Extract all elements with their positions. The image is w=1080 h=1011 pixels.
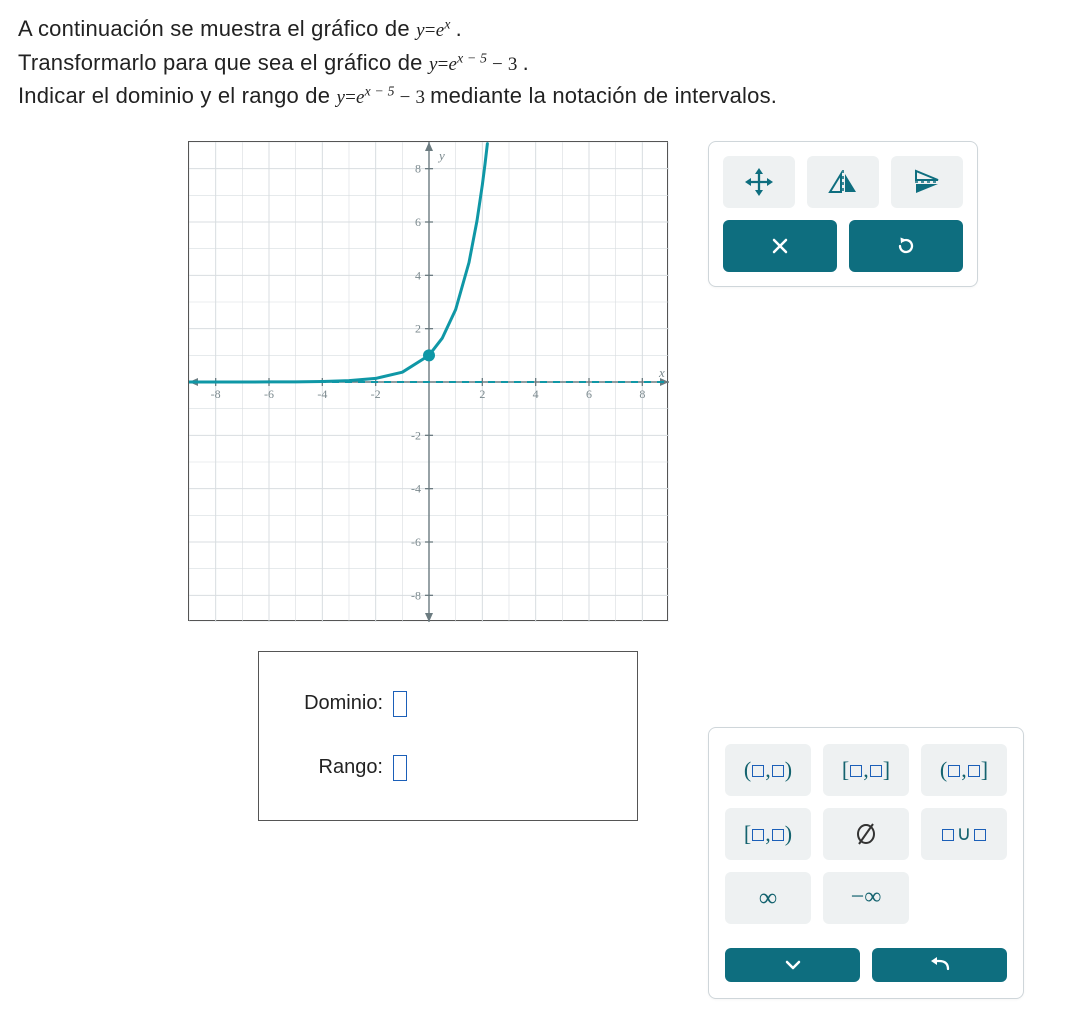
- empty-set-icon: [855, 821, 877, 847]
- svg-text:4: 4: [415, 268, 421, 282]
- reset-button[interactable]: [849, 220, 963, 272]
- interval-open-open-button[interactable]: (,): [725, 744, 811, 796]
- prompt-line2: Transformarlo para que sea el gráfico de: [18, 50, 429, 75]
- undo-arrow-icon: [929, 957, 951, 973]
- interval-closed-open-button[interactable]: [,): [725, 808, 811, 860]
- reflect-vertical-icon: [826, 168, 860, 196]
- answer-box: Dominio: Rango:: [258, 651, 638, 821]
- interval-open-closed-button[interactable]: (,]: [921, 744, 1007, 796]
- prompt-line1: A continuación se muestra el gráfico de: [18, 16, 416, 41]
- close-icon: [770, 236, 790, 256]
- svg-text:-8: -8: [411, 588, 421, 602]
- svg-text:8: 8: [415, 161, 421, 175]
- svg-text:6: 6: [586, 387, 592, 401]
- svg-text:-6: -6: [264, 387, 274, 401]
- svg-text:-4: -4: [317, 387, 327, 401]
- reflect-vertical-button[interactable]: [807, 156, 879, 208]
- domain-label: Dominio:: [283, 692, 383, 715]
- svg-text:-2: -2: [411, 428, 421, 442]
- svg-text:8: 8: [639, 387, 645, 401]
- chevron-down-icon: [783, 958, 803, 972]
- undo-icon: [895, 235, 917, 257]
- svg-text:4: 4: [533, 387, 539, 401]
- svg-text:6: 6: [415, 215, 421, 229]
- equation-3: y=ex − 5 − 3: [336, 87, 430, 108]
- nav-back-button[interactable]: [872, 948, 1007, 982]
- empty-set-button[interactable]: [823, 808, 909, 860]
- range-input[interactable]: [393, 755, 407, 781]
- domain-input[interactable]: [393, 691, 407, 717]
- x-axis-label: x: [658, 365, 665, 380]
- equation-1: y=ex: [416, 20, 455, 41]
- infinity-button[interactable]: ∞: [725, 872, 811, 924]
- graph-canvas[interactable]: -8 -6 -4 -2 2 4 6 8 -8 -6 -4 -2 2 4 6 8 y x: [188, 141, 668, 621]
- delete-button[interactable]: [723, 220, 837, 272]
- y-axis-label: y: [437, 148, 445, 163]
- translate-button[interactable]: [723, 156, 795, 208]
- transform-tool-panel: [708, 141, 978, 287]
- svg-text:-4: -4: [411, 481, 421, 495]
- prompt-line3: Indicar el dominio y el rango de: [18, 83, 336, 108]
- nav-down-button[interactable]: [725, 948, 860, 982]
- neg-infinity-button[interactable]: −∞: [823, 872, 909, 924]
- range-label: Rango:: [283, 756, 383, 779]
- svg-text:-2: -2: [371, 387, 381, 401]
- interval-tool-panel: (,) [,] (,] [,) ∪ ∞ −∞: [708, 727, 1024, 999]
- union-button[interactable]: ∪: [921, 808, 1007, 860]
- svg-text:2: 2: [479, 387, 485, 401]
- reflect-horizontal-button[interactable]: [891, 156, 963, 208]
- equation-2: y=ex − 5 − 3: [429, 54, 523, 75]
- svg-text:-6: -6: [411, 535, 421, 549]
- interval-closed-closed-button[interactable]: [,]: [823, 744, 909, 796]
- svg-text:-8: -8: [211, 387, 221, 401]
- svg-text:2: 2: [415, 321, 421, 335]
- reflect-horizontal-icon: [912, 167, 942, 197]
- move-crosshair-icon: [744, 167, 774, 197]
- question-prompt: A continuación se muestra el gráfico de …: [18, 12, 1062, 113]
